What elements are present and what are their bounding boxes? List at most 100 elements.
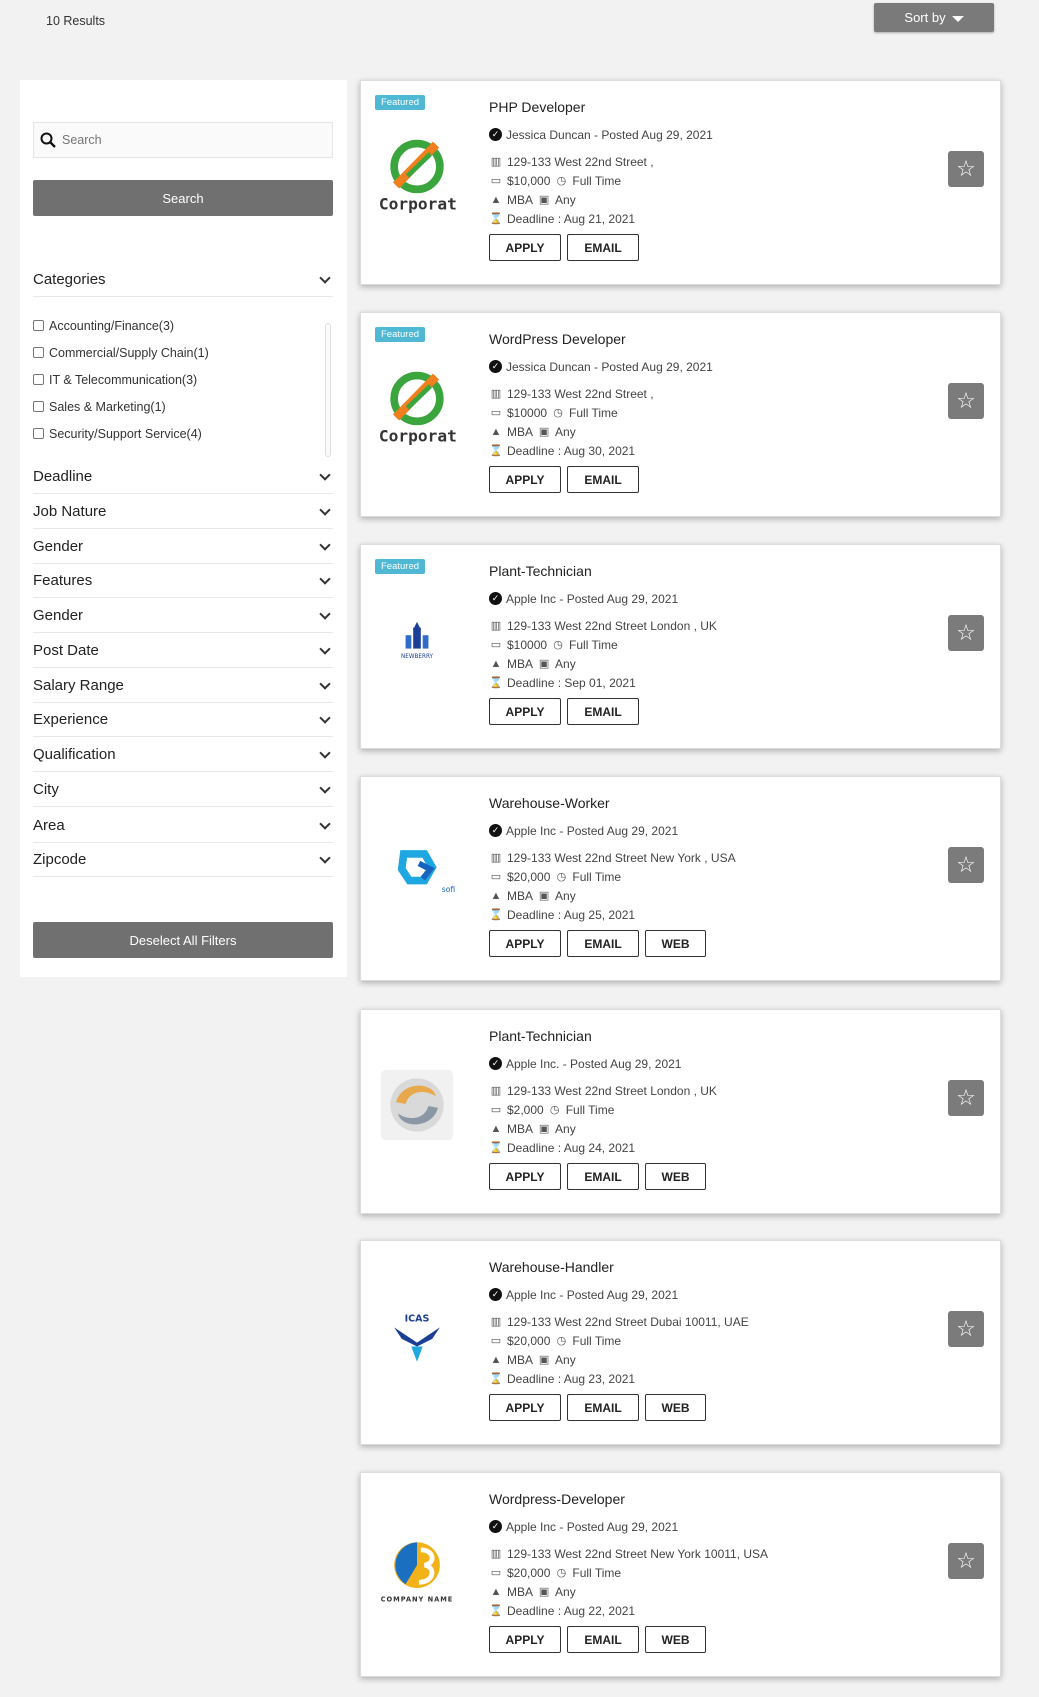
category-item[interactable]: Security/Support Service(4) bbox=[33, 420, 333, 447]
filter-label: Zipcode bbox=[33, 851, 87, 868]
clock-icon: ◷ bbox=[556, 175, 567, 187]
checkbox[interactable] bbox=[33, 401, 44, 412]
job-poster: ✓ Apple Inc - Posted Aug 29, 2021 bbox=[489, 589, 919, 608]
search-input[interactable] bbox=[62, 133, 302, 147]
category-item[interactable]: Sales & Marketing(1) bbox=[33, 393, 333, 420]
deadline-text: Deadline : Aug 25, 2021 bbox=[507, 907, 636, 922]
email-button[interactable]: EMAIL bbox=[567, 1626, 639, 1653]
verified-check-icon: ✓ bbox=[489, 360, 502, 373]
filter-zipcode[interactable]: Zipcode bbox=[33, 843, 333, 877]
clock-icon: ◷ bbox=[556, 1567, 567, 1579]
filter-label: Gender bbox=[33, 538, 84, 555]
job-title[interactable]: Plant-Technician bbox=[489, 1028, 919, 1046]
web-button[interactable]: WEB bbox=[645, 1626, 706, 1653]
filter-job-nature[interactable]: Job Nature bbox=[33, 495, 333, 529]
job-title[interactable]: Warehouse-Worker bbox=[489, 795, 919, 813]
job-actions: APPLY EMAIL WEB bbox=[489, 1163, 919, 1190]
apply-button[interactable]: APPLY bbox=[489, 1394, 561, 1421]
filter-experience[interactable]: Experience bbox=[33, 703, 333, 737]
filter-qualification[interactable]: Qualification bbox=[33, 738, 333, 772]
star-icon: ☆ bbox=[956, 1316, 976, 1341]
filter-salary-range[interactable]: Salary Range bbox=[33, 669, 333, 703]
web-button[interactable]: WEB bbox=[645, 1394, 706, 1421]
job-type-text: Full Time bbox=[565, 1102, 615, 1117]
apply-button[interactable]: APPLY bbox=[489, 466, 561, 493]
category-label: IT & Telecommunication(3) bbox=[49, 372, 198, 387]
favorite-button[interactable]: ☆ bbox=[948, 1080, 984, 1116]
favorite-button[interactable]: ☆ bbox=[948, 847, 984, 883]
web-button[interactable]: WEB bbox=[645, 1163, 706, 1190]
search-field[interactable] bbox=[33, 122, 333, 158]
job-title[interactable]: PHP Developer bbox=[489, 99, 919, 117]
deselect-all-filters-button[interactable]: Deselect All Filters bbox=[33, 922, 333, 958]
job-card: Plant-Technician ✓ Apple Inc. - Posted Aug… bbox=[360, 1009, 1001, 1214]
apply-button[interactable]: APPLY bbox=[489, 698, 561, 725]
checkbox[interactable] bbox=[33, 347, 44, 358]
category-item[interactable]: IT & Telecommunication(3) bbox=[33, 366, 333, 393]
category-item[interactable]: Accounting/Finance(3) bbox=[33, 312, 333, 339]
checkbox[interactable] bbox=[33, 374, 44, 385]
job-actions: APPLY EMAIL bbox=[489, 698, 919, 725]
featured-badge: Featured bbox=[375, 327, 426, 342]
checkbox[interactable] bbox=[33, 428, 44, 439]
favorite-button[interactable]: ☆ bbox=[948, 1543, 984, 1579]
filter-label: Categories bbox=[33, 271, 106, 288]
web-button[interactable]: WEB bbox=[645, 930, 706, 957]
job-title[interactable]: WordPress Developer bbox=[489, 331, 919, 349]
logo-text: sofi bbox=[442, 885, 456, 894]
email-button[interactable]: EMAIL bbox=[567, 930, 639, 957]
salary-text: $20,000 bbox=[507, 1565, 551, 1580]
poster-text: Apple Inc - Posted Aug 29, 2021 bbox=[506, 591, 679, 606]
favorite-button[interactable]: ☆ bbox=[948, 151, 984, 187]
email-button[interactable]: EMAIL bbox=[567, 698, 639, 725]
apply-button[interactable]: APPLY bbox=[489, 234, 561, 261]
job-qualification: ▲ MBA ▣ Any bbox=[489, 1350, 919, 1369]
filter-post-date[interactable]: Post Date bbox=[33, 634, 333, 668]
job-title[interactable]: Plant-Technician bbox=[489, 563, 919, 581]
favorite-button[interactable]: ☆ bbox=[948, 1311, 984, 1347]
job-type-text: Full Time bbox=[572, 869, 622, 884]
filter-gender[interactable]: Gender bbox=[33, 599, 333, 633]
email-button[interactable]: EMAIL bbox=[567, 1163, 639, 1190]
search-button[interactable]: Search bbox=[33, 180, 333, 216]
filter-categories[interactable]: Categories bbox=[33, 263, 333, 297]
favorite-button[interactable]: ☆ bbox=[948, 383, 984, 419]
filter-area[interactable]: Area bbox=[33, 809, 333, 843]
apply-button[interactable]: APPLY bbox=[489, 1163, 561, 1190]
filter-gender[interactable]: Gender bbox=[33, 530, 333, 564]
job-poster: ✓ Jessica Duncan - Posted Aug 29, 2021 bbox=[489, 125, 919, 144]
hourglass-icon: ⌛ bbox=[489, 909, 503, 921]
hourglass-icon: ⌛ bbox=[489, 1373, 503, 1385]
job-salary: ▭ $20,000 ◷ Full Time bbox=[489, 1331, 919, 1350]
apply-button[interactable]: APPLY bbox=[489, 1626, 561, 1653]
filter-city[interactable]: City bbox=[33, 773, 333, 807]
job-title[interactable]: Wordpress-Developer bbox=[489, 1491, 919, 1509]
filter-label: Gender bbox=[33, 607, 84, 624]
featured-badge: Featured bbox=[375, 95, 426, 110]
hourglass-icon: ⌛ bbox=[489, 445, 503, 457]
logo-text: COMPANY NAME bbox=[381, 1595, 454, 1603]
sort-by-button[interactable]: Sort by bbox=[874, 3, 994, 32]
graduation-cap-icon: ▲ bbox=[490, 1585, 502, 1598]
category-item[interactable]: Commercial/Supply Chain(1) bbox=[33, 339, 333, 366]
money-icon: ▭ bbox=[490, 639, 502, 651]
email-button[interactable]: EMAIL bbox=[567, 234, 639, 261]
filter-features[interactable]: Features bbox=[33, 564, 333, 598]
job-card: Featured Corporat WordPress Developer ✓ Jess… bbox=[360, 312, 1001, 517]
briefcase-icon: ▣ bbox=[538, 890, 550, 902]
verified-check-icon: ✓ bbox=[489, 128, 502, 141]
email-button[interactable]: EMAIL bbox=[567, 1394, 639, 1421]
job-qualification: ▲ MBA ▣ Any bbox=[489, 190, 919, 209]
job-title[interactable]: Warehouse-Handler bbox=[489, 1259, 919, 1277]
apply-button[interactable]: APPLY bbox=[489, 930, 561, 957]
checkbox[interactable] bbox=[33, 320, 44, 331]
filter-deadline[interactable]: Deadline bbox=[33, 460, 333, 494]
clock-icon: ◷ bbox=[556, 1335, 567, 1347]
graduation-cap-icon: ▲ bbox=[490, 1353, 502, 1366]
favorite-button[interactable]: ☆ bbox=[948, 615, 984, 651]
logo-text: NEWBERRY bbox=[401, 654, 434, 660]
category-scrollbar[interactable] bbox=[325, 323, 331, 457]
email-button[interactable]: EMAIL bbox=[567, 466, 639, 493]
job-info: Plant-Technician ✓ Apple Inc - Posted Aug … bbox=[489, 563, 919, 725]
chevron-down-icon bbox=[319, 851, 331, 864]
